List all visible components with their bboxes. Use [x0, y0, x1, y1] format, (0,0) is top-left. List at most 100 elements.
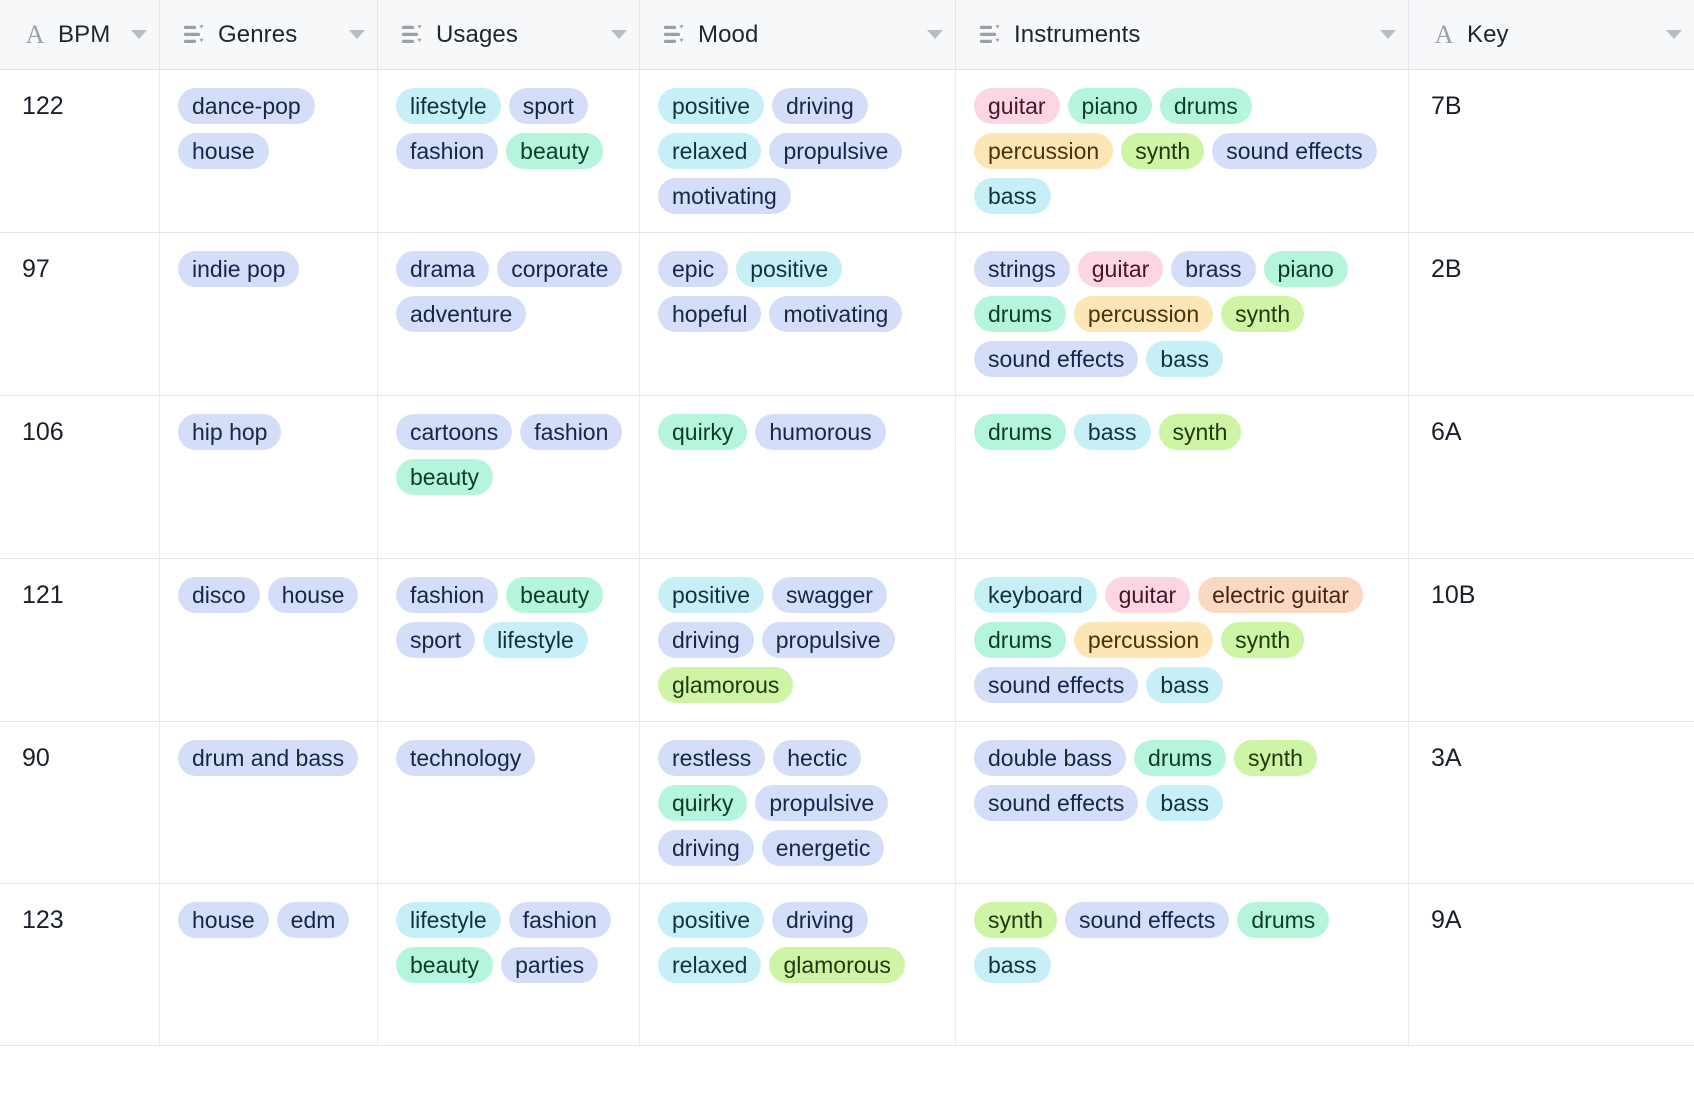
tag-pill[interactable]: fashion	[396, 577, 499, 613]
cell-key[interactable]: 3A	[1409, 722, 1694, 883]
cell-usages[interactable]: lifestyle sport fashion beauty	[378, 70, 640, 232]
cell-key[interactable]: 7B	[1409, 70, 1694, 232]
cell-mood[interactable]: positive driving relaxed propulsive motivati…	[640, 70, 956, 232]
tag-pill[interactable]: beauty	[396, 947, 494, 983]
tag-pill[interactable]: energetic	[761, 830, 885, 866]
table-row[interactable]: 121 disco house fashion beauty sport lifestyle…	[0, 559, 1694, 722]
tag-pill[interactable]: electric guitar	[1198, 577, 1363, 613]
tag-pill[interactable]: drums	[1159, 88, 1252, 124]
tag-pill[interactable]: relaxed	[658, 133, 762, 169]
tag-pill[interactable]: guitar	[1077, 251, 1164, 287]
tag-pill[interactable]: drums	[974, 296, 1066, 332]
tag-pill[interactable]: technology	[396, 740, 536, 776]
cell-usages[interactable]: technology	[378, 722, 640, 883]
column-header-key[interactable]: A Key	[1409, 0, 1694, 69]
column-header-bpm[interactable]: A BPM	[0, 0, 160, 69]
cell-key[interactable]: 6A	[1409, 396, 1694, 558]
cell-mood[interactable]: restless hectic quirky propulsive driving ene…	[640, 722, 956, 883]
tag-pill[interactable]: propulsive	[755, 785, 889, 821]
cell-key[interactable]: 10B	[1409, 559, 1694, 721]
cell-key[interactable]: 9A	[1409, 884, 1694, 1045]
chevron-down-icon[interactable]	[927, 30, 943, 39]
cell-genres[interactable]: dance-pop house	[160, 70, 378, 232]
tag-pill[interactable]: sound effects	[1064, 902, 1230, 938]
tag-pill[interactable]: house	[178, 133, 269, 169]
tag-pill[interactable]: lifestyle	[483, 622, 588, 658]
tag-pill[interactable]: drum and bass	[178, 740, 359, 776]
cell-key[interactable]: 2B	[1409, 233, 1694, 395]
tag-pill[interactable]: drums	[1237, 902, 1330, 938]
tag-pill[interactable]: propulsive	[761, 622, 895, 658]
tag-pill[interactable]: dance-pop	[178, 88, 315, 124]
tag-pill[interactable]: disco	[178, 577, 260, 613]
tag-pill[interactable]: swagger	[771, 577, 887, 613]
tag-pill[interactable]: fashion	[396, 133, 499, 169]
cell-genres[interactable]: house edm	[160, 884, 378, 1045]
tag-pill[interactable]: bass	[974, 947, 1051, 983]
cell-mood[interactable]: epic positive hopeful motivating	[640, 233, 956, 395]
cell-bpm[interactable]: 122	[0, 70, 160, 232]
tag-pill[interactable]: restless	[658, 740, 766, 776]
cell-usages[interactable]: lifestyle fashion beauty parties	[378, 884, 640, 1045]
tag-pill[interactable]: synth	[1221, 622, 1305, 658]
tag-pill[interactable]: hopeful	[658, 296, 762, 332]
tag-pill[interactable]: drums	[974, 414, 1066, 450]
tag-pill[interactable]: lifestyle	[396, 88, 501, 124]
tag-pill[interactable]: lifestyle	[396, 902, 501, 938]
tag-pill[interactable]: bass	[1146, 785, 1223, 821]
cell-bpm[interactable]: 90	[0, 722, 160, 883]
tag-pill[interactable]: sound effects	[974, 667, 1139, 703]
tag-pill[interactable]: piano	[1263, 251, 1348, 287]
tag-pill[interactable]: percussion	[1073, 622, 1214, 658]
cell-mood[interactable]: positive swagger driving propulsive glamorou…	[640, 559, 956, 721]
tag-pill[interactable]: quirky	[658, 414, 748, 450]
cell-bpm[interactable]: 106	[0, 396, 160, 558]
cell-instruments[interactable]: drums bass synth	[956, 396, 1409, 558]
cell-genres[interactable]: hip hop	[160, 396, 378, 558]
tag-pill[interactable]: epic	[658, 251, 729, 287]
tag-pill[interactable]: beauty	[396, 459, 494, 495]
tag-pill[interactable]: synth	[1158, 414, 1242, 450]
cell-usages[interactable]: drama corporate adventure	[378, 233, 640, 395]
tag-pill[interactable]: cartoons	[396, 414, 513, 450]
tag-pill[interactable]: motivating	[658, 178, 791, 214]
cell-genres[interactable]: drum and bass	[160, 722, 378, 883]
tag-pill[interactable]: positive	[658, 577, 764, 613]
tag-pill[interactable]: brass	[1171, 251, 1256, 287]
tag-pill[interactable]: beauty	[506, 577, 604, 613]
tag-pill[interactable]: fashion	[508, 902, 611, 938]
tag-pill[interactable]: fashion	[520, 414, 623, 450]
column-header-genres[interactable]: Genres	[160, 0, 378, 69]
tag-pill[interactable]: motivating	[769, 296, 903, 332]
tag-pill[interactable]: driving	[771, 902, 868, 938]
tag-pill[interactable]: piano	[1067, 88, 1152, 124]
tag-pill[interactable]: bass	[1146, 341, 1223, 377]
tag-pill[interactable]: sport	[508, 88, 588, 124]
table-row[interactable]: 106 hip hop cartoons fashion beauty quirky hum…	[0, 396, 1694, 559]
cell-mood[interactable]: positive driving relaxed glamorous	[640, 884, 956, 1045]
cell-instruments[interactable]: double bass drums synth sound effects bass	[956, 722, 1409, 883]
tag-pill[interactable]: drums	[974, 622, 1066, 658]
tag-pill[interactable]: glamorous	[658, 667, 794, 703]
tag-pill[interactable]: positive	[658, 902, 764, 938]
tag-pill[interactable]: glamorous	[769, 947, 905, 983]
tag-pill[interactable]: propulsive	[769, 133, 903, 169]
tag-pill[interactable]: corporate	[497, 251, 623, 287]
tag-pill[interactable]: drums	[1134, 740, 1226, 776]
tag-pill[interactable]: double bass	[974, 740, 1127, 776]
chevron-down-icon[interactable]	[349, 30, 365, 39]
chevron-down-icon[interactable]	[1380, 30, 1396, 39]
cell-bpm[interactable]: 97	[0, 233, 160, 395]
table-row[interactable]: 97 indie pop drama corporate adventure epic po…	[0, 233, 1694, 396]
cell-genres[interactable]: indie pop	[160, 233, 378, 395]
table-row[interactable]: 90 drum and bass technology restless hectic q…	[0, 722, 1694, 884]
tag-pill[interactable]: synth	[1121, 133, 1205, 169]
tag-pill[interactable]: guitar	[1104, 577, 1191, 613]
tag-pill[interactable]: bass	[1073, 414, 1151, 450]
tag-pill[interactable]: sound effects	[974, 341, 1139, 377]
table-row[interactable]: 122 dance-pop house lifestyle sport fashion be…	[0, 70, 1694, 233]
tag-pill[interactable]: synth	[1221, 296, 1305, 332]
tag-pill[interactable]: sport	[396, 622, 476, 658]
tag-pill[interactable]: humorous	[755, 414, 886, 450]
cell-mood[interactable]: quirky humorous	[640, 396, 956, 558]
